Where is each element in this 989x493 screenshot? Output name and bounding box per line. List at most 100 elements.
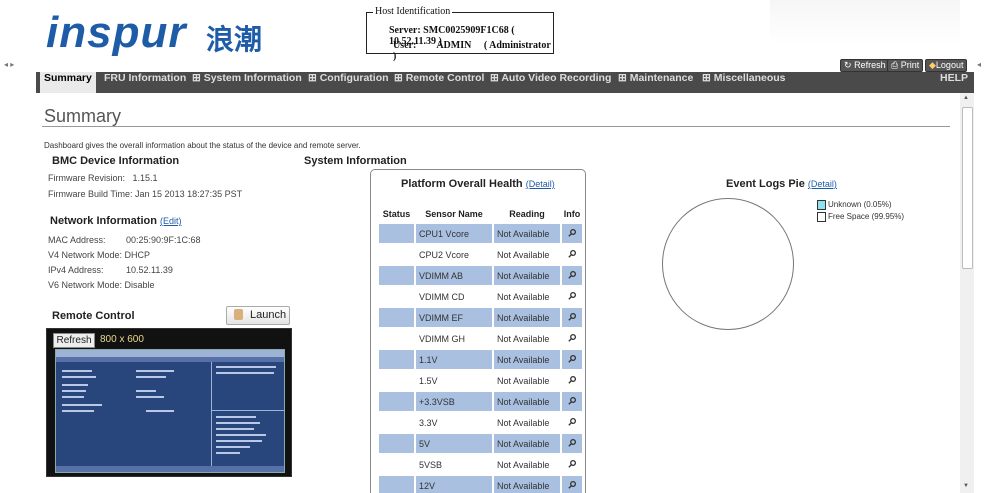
sensor-status xyxy=(379,308,414,327)
legend-swatch-unknown xyxy=(817,200,826,210)
page-intro: Dashboard gives the overall information … xyxy=(44,141,361,150)
sensor-name: VDIMM AB xyxy=(416,266,492,285)
sensor-reading: Not Available xyxy=(494,434,560,453)
magnifier-icon[interactable]: ⚲ xyxy=(566,374,579,387)
content-scrollbar[interactable]: ▲ ▼ xyxy=(960,93,974,493)
firmware-build-label: Firmware Build Time: xyxy=(48,189,133,199)
sensor-status xyxy=(379,455,414,474)
inspur-logo-chinese: 浪潮 xyxy=(206,23,263,56)
page-title: Summary xyxy=(44,106,122,126)
sensor-name: VDIMM GH xyxy=(416,329,492,348)
sensor-info[interactable]: ⚲ xyxy=(562,392,582,411)
event-logs-detail-link[interactable]: (Detail) xyxy=(808,179,837,189)
sensor-status xyxy=(379,392,414,411)
scroll-up-arrow[interactable]: ▲ xyxy=(963,95,969,101)
sensor-table-header: Status Sensor Name Reading Info xyxy=(379,206,582,222)
scroll-thumb[interactable] xyxy=(962,107,973,269)
platform-health-detail-link[interactable]: (Detail) xyxy=(526,179,555,189)
nav-remote-control[interactable]: ⊞ Remote Control xyxy=(394,72,484,93)
ipv4-value: 10.52.11.39 xyxy=(126,265,173,275)
title-divider xyxy=(42,126,950,127)
col-sensor-name: Sensor Name xyxy=(425,209,483,219)
preview-resolution: 800 x 600 xyxy=(100,334,144,345)
remote-console-preview[interactable]: Refresh 800 x 600 xyxy=(46,328,292,477)
preview-refresh-button[interactable]: Refresh xyxy=(53,333,95,348)
remote-control-heading: Remote Control xyxy=(52,310,135,322)
event-logs-pie xyxy=(662,198,794,330)
legend-label-free-space: Free Space (99.95%) xyxy=(828,212,905,222)
sensor-reading: Not Available xyxy=(494,476,560,493)
system-information-heading: System Information xyxy=(304,155,407,167)
logout-button[interactable]: ◆Logout xyxy=(925,59,968,72)
magnifier-icon[interactable]: ⚲ xyxy=(566,311,579,324)
sensor-info[interactable]: ⚲ xyxy=(562,434,582,453)
sensor-name: 1.1V xyxy=(416,350,492,369)
magnifier-icon[interactable]: ⚲ xyxy=(566,353,579,366)
sensor-info[interactable]: ⚲ xyxy=(562,287,582,306)
event-logs-heading: Event Logs Pie xyxy=(726,178,805,190)
sensor-status xyxy=(379,329,414,348)
table-row: CPU1 Vcore Not Available ⚲ xyxy=(379,224,582,243)
sensor-status xyxy=(379,224,414,243)
sensor-reading: Not Available xyxy=(494,266,560,285)
sensor-name: CPU2 Vcore xyxy=(416,245,492,264)
sensor-info[interactable]: ⚲ xyxy=(562,350,582,369)
magnifier-icon[interactable]: ⚲ xyxy=(566,227,579,240)
sensor-info[interactable]: ⚲ xyxy=(562,245,582,264)
magnifier-icon[interactable]: ⚲ xyxy=(566,248,579,261)
magnifier-icon[interactable]: ⚲ xyxy=(566,395,579,408)
magnifier-icon[interactable]: ⚲ xyxy=(566,437,579,450)
nav-miscellaneous[interactable]: ⊞ Miscellaneous xyxy=(702,72,786,93)
sensor-info[interactable]: ⚲ xyxy=(562,224,582,243)
platform-health-title: Platform Overall Health xyxy=(401,178,523,190)
nav-maintenance[interactable]: ⊞ Maintenance xyxy=(618,72,693,93)
ipv4-row: IPv4 Address: 10.52.11.39 xyxy=(48,265,173,275)
sensor-info[interactable]: ⚲ xyxy=(562,413,582,432)
sensor-status xyxy=(379,413,414,432)
sensor-name: 5V xyxy=(416,434,492,453)
print-icon: ⎙ xyxy=(891,60,899,70)
sensor-info[interactable]: ⚲ xyxy=(562,455,582,474)
nav-configuration[interactable]: ⊞ Configuration xyxy=(308,72,389,93)
sensor-info[interactable]: ⚲ xyxy=(562,308,582,327)
nav-auto-video-recording[interactable]: ⊞ Auto Video Recording xyxy=(490,72,611,93)
sensor-info[interactable]: ⚲ xyxy=(562,266,582,285)
frame-collapse-arrows[interactable]: ◂ ▸ xyxy=(4,60,14,69)
v6mode-value: Disable xyxy=(124,280,155,290)
print-button[interactable]: ⎙ Print xyxy=(887,59,924,72)
sensor-info[interactable]: ⚲ xyxy=(562,329,582,348)
magnifier-icon[interactable]: ⚲ xyxy=(566,416,579,429)
scroll-down-arrow[interactable]: ▼ xyxy=(963,483,969,489)
sensor-info[interactable]: ⚲ xyxy=(562,371,582,390)
magnifier-icon[interactable]: ⚲ xyxy=(566,269,579,282)
launch-button[interactable]: Launch xyxy=(226,306,290,325)
magnifier-icon[interactable]: ⚲ xyxy=(566,458,579,471)
bios-screen-thumbnail xyxy=(55,349,285,473)
magnifier-icon[interactable]: ⚲ xyxy=(566,479,579,492)
sensor-status xyxy=(379,245,414,264)
table-row: 5VSB Not Available ⚲ xyxy=(379,455,582,474)
table-row: VDIMM AB Not Available ⚲ xyxy=(379,266,582,285)
sensor-reading: Not Available xyxy=(494,413,560,432)
refresh-button[interactable]: ↻ Refresh xyxy=(840,59,890,72)
ipv4-label: IPv4 Address: xyxy=(48,265,104,275)
network-edit-link[interactable]: (Edit) xyxy=(160,216,182,226)
content-area: Summary Dashboard gives the overall info… xyxy=(36,93,960,493)
table-row: 3.3V Not Available ⚲ xyxy=(379,413,582,432)
mac-row: MAC Address: 00:25:90:9F:1C:68 xyxy=(48,235,201,245)
nav-summary[interactable]: Summary xyxy=(40,72,96,93)
v4mode-value: DHCP xyxy=(124,250,151,260)
nav-system-information[interactable]: ⊞ System Information xyxy=(192,72,302,93)
sensor-info[interactable]: ⚲ xyxy=(562,476,582,493)
sensor-name: CPU1 Vcore xyxy=(416,224,492,243)
sensor-status xyxy=(379,476,414,493)
nav-help[interactable]: HELP xyxy=(940,72,968,84)
nav-fru-information[interactable]: FRU Information xyxy=(104,72,186,93)
user-row: User: ADMIN ( Administrator ) xyxy=(393,40,553,62)
magnifier-icon[interactable]: ⚲ xyxy=(566,290,579,303)
legend-label-unknown: Unknown (0.05%) xyxy=(828,200,892,210)
sensor-status xyxy=(379,266,414,285)
frame-collapse-arrow-right[interactable]: ◂ xyxy=(977,60,981,69)
magnifier-icon[interactable]: ⚲ xyxy=(566,332,579,345)
table-row: VDIMM CD Not Available ⚲ xyxy=(379,287,582,306)
